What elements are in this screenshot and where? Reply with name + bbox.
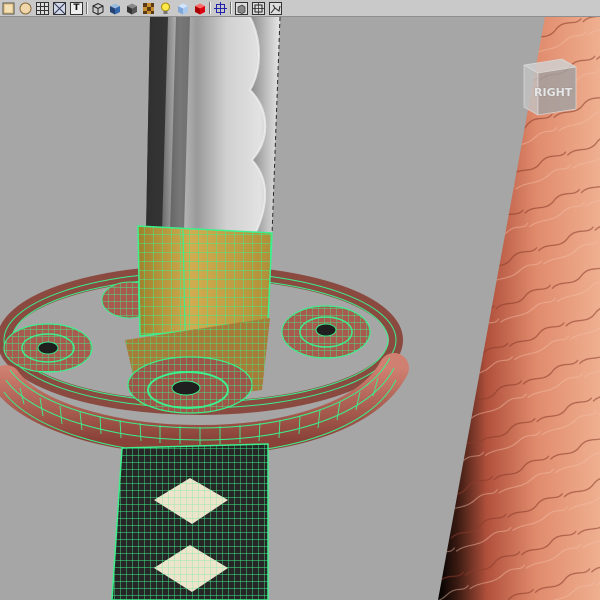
- katana-model-scene[interactable]: [0, 17, 600, 600]
- maya-window: T RIGHT: [0, 0, 600, 600]
- texture-cube-icon[interactable]: [141, 1, 156, 15]
- 3d-viewport[interactable]: RIGHT: [0, 17, 600, 600]
- toolbar-separator: [86, 1, 88, 15]
- isolate-icon[interactable]: [268, 1, 283, 15]
- text-tool-icon[interactable]: T: [69, 1, 84, 15]
- resolution-gate-icon[interactable]: [213, 1, 228, 15]
- toolbar-separator: [209, 1, 211, 15]
- uv-icon[interactable]: [52, 1, 67, 15]
- viewport-toolbar: T: [0, 0, 600, 17]
- checker-icon[interactable]: [35, 1, 50, 15]
- guard-ornament-left[interactable]: [3, 323, 93, 373]
- dark-cube-icon[interactable]: [124, 1, 139, 15]
- gray-cube-icon[interactable]: [234, 1, 249, 15]
- tsuka-handle[interactable]: [111, 443, 269, 600]
- red-cube-icon[interactable]: [192, 1, 207, 15]
- blue-cube-icon[interactable]: [175, 1, 190, 15]
- viewcube-face-label[interactable]: RIGHT: [534, 86, 572, 99]
- wire-cube-icon[interactable]: [90, 1, 105, 15]
- blade[interactable]: [146, 17, 281, 236]
- light-bulb-icon[interactable]: [1, 1, 16, 15]
- sphere-icon[interactable]: [18, 1, 33, 15]
- film-gate-icon[interactable]: [251, 1, 266, 15]
- lightbulb-icon[interactable]: [158, 1, 173, 15]
- toolbar-separator: [230, 1, 232, 15]
- guard-ornament-right[interactable]: [281, 305, 371, 359]
- habaki-collar[interactable]: [137, 225, 273, 337]
- text-tool-glyph: T: [73, 3, 80, 13]
- shaded-cube-icon[interactable]: [107, 1, 122, 15]
